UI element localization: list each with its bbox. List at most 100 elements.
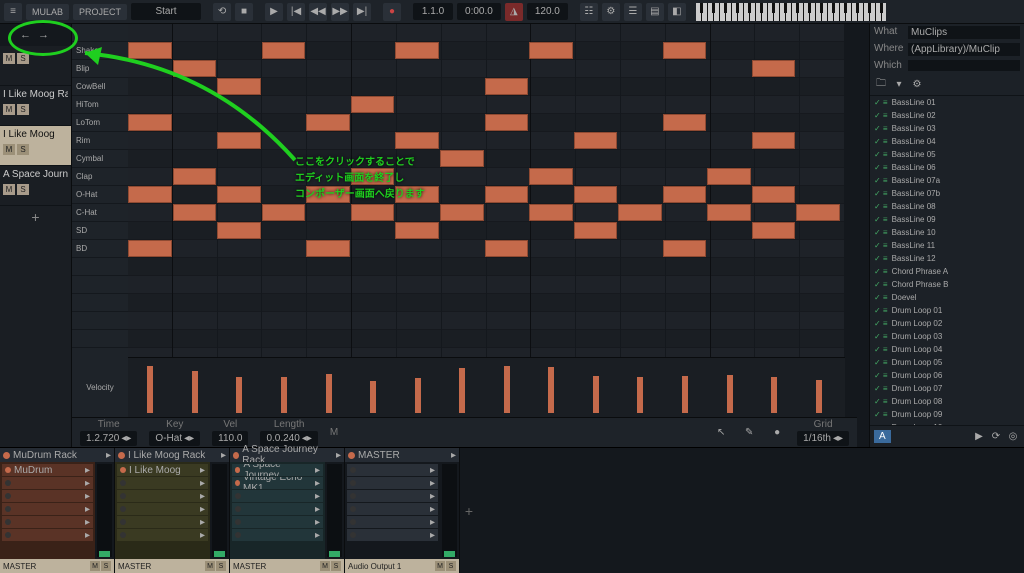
rack-footer[interactable]: Audio Output 1MS [345, 559, 459, 573]
browser-item[interactable]: Drum Loop 09 [870, 408, 1024, 421]
note[interactable] [574, 132, 618, 149]
velocity-bar[interactable] [816, 380, 822, 413]
note[interactable] [395, 132, 439, 149]
project-name-field[interactable]: Start [131, 3, 201, 20]
drum-row-label[interactable]: HiTom [72, 96, 128, 114]
play-preview-icon[interactable]: ▶ [972, 430, 986, 444]
rewind-icon[interactable]: ◀◀ [309, 3, 327, 21]
list-icon[interactable]: ☰ [624, 3, 642, 21]
note[interactable] [529, 204, 573, 221]
note[interactable] [752, 60, 796, 77]
note[interactable] [485, 240, 529, 257]
panel-icon[interactable]: ▤ [646, 3, 664, 21]
mute-button[interactable]: M [3, 104, 15, 115]
browser-item[interactable]: Chord Phrase B [870, 278, 1024, 291]
browser-item[interactable]: BassLine 08 [870, 200, 1024, 213]
velocity-bar[interactable] [236, 377, 242, 413]
rack-slot[interactable]: ▸ [117, 503, 208, 515]
rack-menu-icon[interactable]: ▸ [106, 450, 111, 461]
note[interactable] [217, 78, 261, 95]
velocity-bar[interactable] [771, 377, 777, 413]
rack-footer[interactable]: MASTERMS [115, 559, 229, 573]
note[interactable] [173, 168, 217, 185]
play-icon[interactable]: ▶ [265, 3, 283, 21]
note[interactable] [574, 222, 618, 239]
note[interactable] [618, 204, 662, 221]
rack-slot[interactable]: ▸ [2, 477, 93, 489]
browser-item[interactable]: Drum Loop 01 [870, 304, 1024, 317]
browser-tag[interactable]: A [874, 430, 891, 443]
time-field[interactable]: 0:00.0 [457, 3, 501, 20]
track-0[interactable]: MS [0, 46, 71, 86]
note[interactable] [752, 222, 796, 239]
time-value[interactable]: 1.2.720 ◂▸ [80, 431, 137, 446]
loop-icon[interactable]: ⟲ [213, 3, 231, 21]
nav-icon[interactable]: ▾ [892, 77, 906, 91]
mulab-button[interactable]: MULAB [26, 4, 69, 20]
drum-row-label[interactable]: BD [72, 240, 128, 258]
velocity-bar[interactable] [192, 371, 198, 413]
rack-menu-icon[interactable]: ▸ [221, 450, 226, 461]
note[interactable] [173, 60, 217, 77]
add-track-button[interactable]: + [0, 206, 71, 228]
browser-item[interactable]: BassLine 10 [870, 226, 1024, 239]
rack-solo[interactable]: S [216, 561, 226, 571]
target-icon[interactable]: ◎ [1006, 430, 1020, 444]
note[interactable] [173, 204, 217, 221]
velocity-bar[interactable] [459, 368, 465, 413]
rack-header[interactable]: MASTER▸ [345, 448, 459, 462]
add-rack-button[interactable]: + [460, 448, 478, 573]
note[interactable] [306, 186, 350, 203]
note[interactable] [395, 222, 439, 239]
note[interactable] [128, 114, 172, 131]
rack-mute[interactable]: M [320, 561, 330, 571]
note[interactable] [663, 114, 707, 131]
drum-row-label[interactable] [72, 294, 128, 312]
note[interactable] [351, 168, 395, 185]
note[interactable] [306, 240, 350, 257]
note[interactable] [663, 42, 707, 59]
velocity-bar[interactable] [548, 367, 554, 413]
exit-editor-button[interactable]: ← → [0, 24, 71, 46]
rack-slot[interactable]: ▸ [347, 464, 438, 476]
rack-solo[interactable]: S [331, 561, 341, 571]
rack-slot[interactable]: Vintage Echo MK1▸ [232, 477, 323, 489]
note[interactable] [306, 114, 350, 131]
note[interactable] [217, 132, 261, 149]
rack-slot[interactable]: ▸ [232, 490, 323, 502]
rack-mute[interactable]: M [90, 561, 100, 571]
velocity-bar[interactable] [504, 366, 510, 413]
rack-slot[interactable]: ▸ [347, 529, 438, 541]
note[interactable] [485, 186, 529, 203]
mute-button[interactable]: M [3, 184, 15, 195]
mixer-icon[interactable]: ☷ [580, 3, 598, 21]
rack-slot[interactable]: I Like Moog▸ [117, 464, 208, 476]
note[interactable] [663, 186, 707, 203]
what-field[interactable]: MuClips [908, 26, 1020, 39]
velocity-bar[interactable] [147, 366, 153, 413]
position-field[interactable]: 1.1.0 [413, 3, 453, 20]
note[interactable] [440, 204, 484, 221]
metronome-icon[interactable]: ◮ [505, 3, 523, 21]
browser-item[interactable]: BassLine 04 [870, 135, 1024, 148]
draw-tool-icon[interactable]: ↖ [713, 425, 729, 441]
rack-slot[interactable]: ▸ [232, 503, 323, 515]
settings-icon[interactable]: ⚙ [602, 3, 620, 21]
rack-mute[interactable]: M [435, 561, 445, 571]
loop-preview-icon[interactable]: ⟳ [989, 430, 1003, 444]
note[interactable] [217, 222, 261, 239]
browser-item[interactable]: BassLine 12 [870, 252, 1024, 265]
pencil-tool-icon[interactable]: ✎ [741, 425, 757, 441]
rack-slot[interactable]: ▸ [2, 529, 93, 541]
drum-row-label[interactable]: Blip [72, 60, 128, 78]
rack-slot[interactable]: ▸ [2, 503, 93, 515]
velocity-scrollbar-v[interactable] [845, 357, 857, 417]
stop-icon[interactable]: ■ [235, 3, 253, 21]
browser-item[interactable]: Drum Loop 07 [870, 382, 1024, 395]
track-1[interactable]: I Like Moog RaMS [0, 86, 71, 126]
velocity-bar[interactable] [370, 381, 376, 413]
browser-item[interactable]: BassLine 11 [870, 239, 1024, 252]
grid-value[interactable]: 1/16th ◂▸ [797, 431, 849, 446]
browser-item[interactable]: BassLine 03 [870, 122, 1024, 135]
rack-menu-icon[interactable]: ▸ [451, 450, 456, 461]
